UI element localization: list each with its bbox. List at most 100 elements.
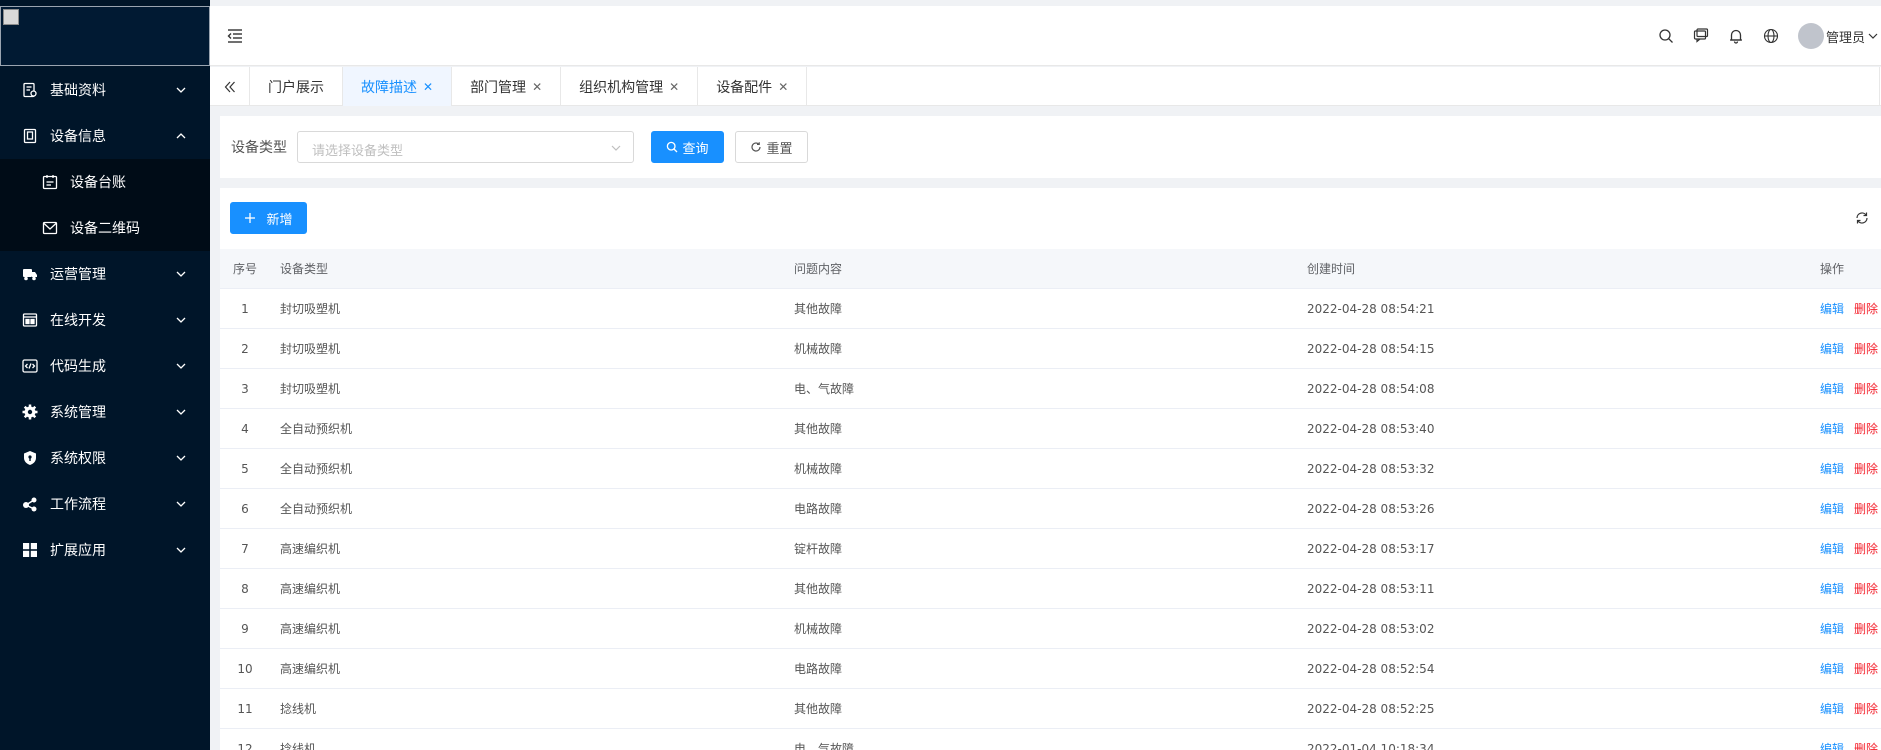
delete-link[interactable]: 删除 [1854,342,1878,356]
tabs-scroll-left-icon[interactable] [210,67,250,106]
cell-device-type: 全自动预织机 [280,422,353,436]
delete-link[interactable]: 删除 [1854,622,1878,636]
sidebar-item-basic-data[interactable]: 基础资料 [0,67,210,113]
tab-device-parts[interactable]: 设备配件 ✕ [698,67,808,106]
column-header-index: 序号 [232,262,257,276]
add-button[interactable]: 新增 [230,202,307,234]
chevron-down-icon[interactable] [1867,30,1879,42]
sidebar-item-workflow[interactable]: 工作流程 [0,481,210,527]
sidebar-item-label: 在线开发 [50,313,106,329]
cell-device-type: 捻线机 [280,742,317,750]
grid-icon [22,542,38,558]
cell-actions: 编辑 删除 [1820,369,1878,409]
edit-link[interactable]: 编辑 [1820,662,1844,676]
sidebar-item-system-mgmt[interactable]: 系统管理 [0,389,210,435]
table-row: 12 捻线机 电、气故障 2022-01-04 10:18:34 编辑 删除 [220,729,1881,750]
select-placeholder: 请选择设备类型 [312,144,404,159]
table-row: 9 高速编织机 机械故障 2022-04-28 08:53:02 编辑 删除 [220,609,1881,649]
column-header-actions: 操作 [1820,262,1845,276]
device-type-select[interactable]: 请选择设备类型 [297,131,634,163]
cell-content: 机械故障 [794,462,843,476]
edit-link[interactable]: 编辑 [1820,742,1844,750]
edit-link[interactable]: 编辑 [1820,542,1844,556]
delete-link[interactable]: 删除 [1854,422,1878,436]
sidebar-item-extensions[interactable]: 扩展应用 [0,527,210,573]
tab-label: 门户展示 [268,79,324,96]
sidebar-item-device-qrcode[interactable]: 设备二维码 [0,205,210,251]
cell-content: 机械故障 [794,622,843,636]
cell-index: 9 [241,622,249,636]
sidebar-item-device-ledger[interactable]: 设备台账 [0,159,210,205]
delete-link[interactable]: 删除 [1854,542,1878,556]
edit-link[interactable]: 编辑 [1820,622,1844,636]
cell-actions: 编辑 删除 [1820,569,1878,609]
delete-link[interactable]: 删除 [1854,662,1878,676]
edit-link[interactable]: 编辑 [1820,382,1844,396]
edit-link[interactable]: 编辑 [1820,582,1844,596]
tab-portal[interactable]: 门户展示 [250,67,343,106]
ledger-icon [42,174,58,190]
cell-actions: 编辑 删除 [1820,609,1878,649]
edit-link[interactable]: 编辑 [1820,302,1844,316]
delete-link[interactable]: 删除 [1854,382,1878,396]
sidebar-item-label: 设备台账 [70,175,126,191]
sidebar-item-device-info[interactable]: 设备信息 [0,113,210,159]
delete-link[interactable]: 删除 [1854,502,1878,516]
cell-index: 2 [241,342,249,356]
menu-fold-icon[interactable] [226,28,244,44]
cell-actions: 编辑 删除 [1820,409,1878,449]
logo [0,6,210,66]
reset-button[interactable]: 重置 [735,131,808,163]
close-icon[interactable]: ✕ [778,80,788,94]
sidebar-item-label: 系统管理 [50,405,106,421]
cell-device-type: 高速编织机 [280,622,341,636]
message-icon[interactable] [1692,27,1710,45]
table-body: 1 封切吸塑机 其他故障 2022-04-28 08:54:21 编辑 删除 2 封切吸塑机机… [220,289,1881,750]
cell-index: 10 [237,662,253,676]
sidebar-item-code-gen[interactable]: 代码生成 [0,343,210,389]
close-icon[interactable]: ✕ [669,80,679,94]
close-icon[interactable]: ✕ [532,80,542,94]
delete-link[interactable]: 删除 [1854,462,1878,476]
cell-actions: 编辑 删除 [1820,329,1878,369]
chevron-down-icon [176,455,186,461]
cell-content: 其他故障 [794,582,843,596]
bell-icon[interactable] [1727,27,1745,45]
tab-organization[interactable]: 组织机构管理 ✕ [561,67,699,106]
edit-link[interactable]: 编辑 [1820,462,1844,476]
table-row: 1 封切吸塑机 其他故障 2022-04-28 08:54:21 编辑 删除 [220,289,1881,329]
delete-link[interactable]: 删除 [1854,302,1878,316]
sidebar-item-operations[interactable]: 运营管理 [0,251,210,297]
cell-device-type: 捻线机 [280,702,317,716]
sidebar-item-label: 设备二维码 [70,221,140,237]
edit-link[interactable]: 编辑 [1820,702,1844,716]
cell-index: 11 [237,702,253,716]
refresh-icon[interactable] [1855,211,1869,225]
fault-table: 序号 设备类型 问题内容 创建时间 操作 1 封切吸塑机 其他故障 2022-04-2… [220,249,1881,750]
cell-index: 7 [241,542,249,556]
query-button[interactable]: 查询 [651,131,724,163]
delete-link[interactable]: 删除 [1854,582,1878,596]
search-icon[interactable] [1657,27,1675,45]
cell-actions: 编辑 删除 [1820,689,1878,729]
edit-link[interactable]: 编辑 [1820,342,1844,356]
sidebar-item-system-permission[interactable]: 系统权限 [0,435,210,481]
sidebar-item-label: 设备信息 [50,129,106,145]
sidebar-item-online-dev[interactable]: 在线开发 [0,297,210,343]
delete-link[interactable]: 删除 [1854,742,1878,750]
avatar[interactable] [1797,23,1824,49]
cell-created-time: 2022-04-28 08:53:17 [1307,542,1435,556]
globe-icon[interactable] [1762,27,1780,45]
cell-created-time: 2022-04-28 08:54:21 [1307,302,1435,316]
edit-link[interactable]: 编辑 [1820,422,1844,436]
username[interactable]: 管理员 [1826,27,1865,46]
qrcode-icon [42,220,58,236]
tab-fault-description[interactable]: 故障描述 ✕ [343,67,453,106]
close-icon[interactable]: ✕ [423,80,433,94]
delete-link[interactable]: 删除 [1854,702,1878,716]
cell-created-time: 2022-04-28 08:53:11 [1307,582,1435,596]
edit-link[interactable]: 编辑 [1820,502,1844,516]
tab-department[interactable]: 部门管理 ✕ [452,67,562,106]
plus-icon [244,212,256,224]
app-root: 基础资料 设备信息 设备台账 设备二维码 运营管理 在线开发 代码生成 系统管理… [0,0,1881,750]
